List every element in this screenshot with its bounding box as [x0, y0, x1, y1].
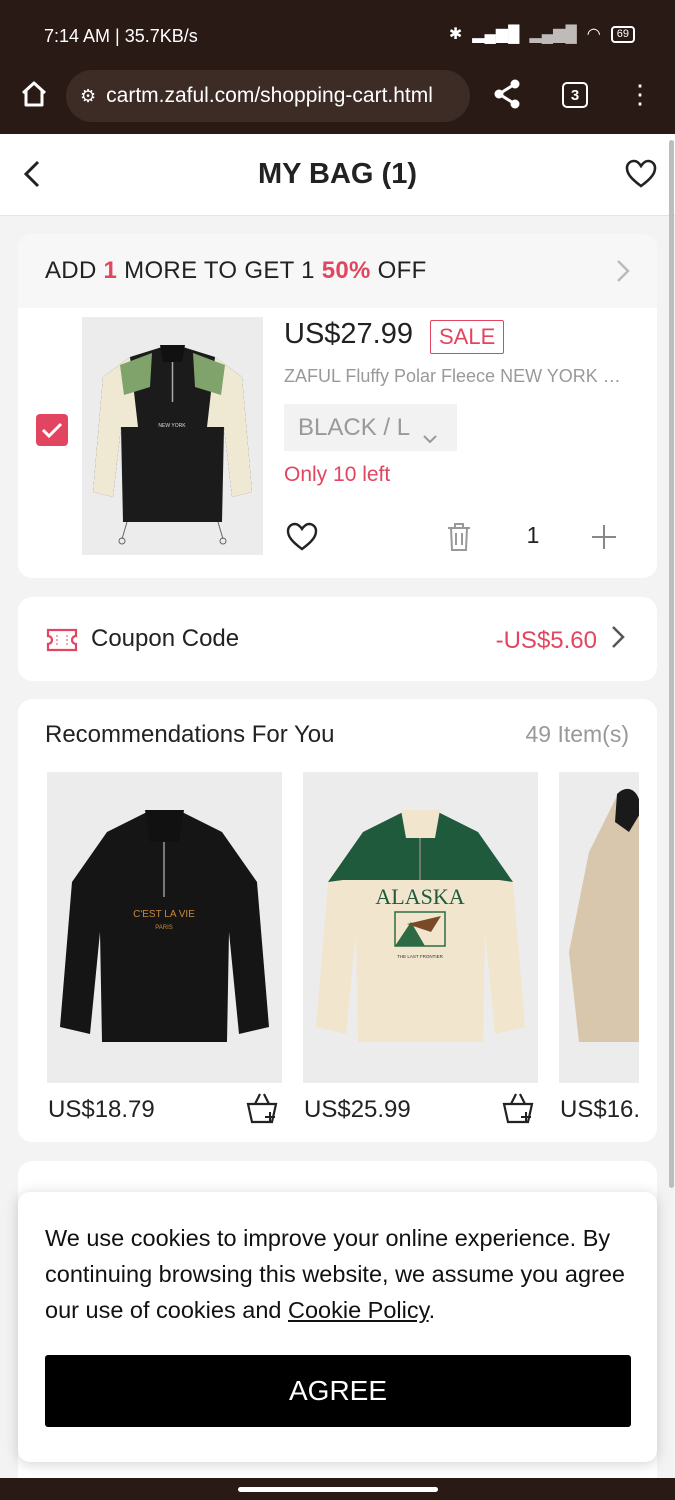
share-icon[interactable] [492, 78, 522, 110]
coupon-row[interactable]: Coupon Code -US$5.60 [18, 597, 657, 681]
delete-icon[interactable] [446, 522, 472, 552]
cookie-text-end: . [428, 1297, 436, 1323]
move-to-wishlist-icon[interactable] [286, 522, 318, 552]
status-icons: ✱ ▂▄▆█ ▂▄▆█ ◠ 69 [449, 24, 635, 44]
recommendation-price: US$16. [560, 1096, 639, 1123]
svg-text:NEW YORK: NEW YORK [158, 423, 186, 429]
item-checkbox[interactable] [36, 414, 68, 446]
coupon-icon [46, 626, 78, 654]
product-image[interactable]: NEW YORK [82, 317, 263, 555]
battery-icon: 69 [610, 25, 635, 43]
status-bar: 7:14 AM | 35.7KB/s ✱ ▂▄▆█ ▂▄▆█ ◠ 69 [0, 0, 675, 68]
chevron-down-icon [422, 423, 438, 443]
signal2-icon: ▂▄▆█ [529, 26, 577, 43]
chevron-right-icon [615, 258, 631, 284]
promo-banner[interactable]: ADD 1 MORE TO GET 1 50% OFF [18, 234, 657, 308]
page-header: MY BAG (1) [0, 134, 675, 216]
home-gesture-handle[interactable] [238, 1487, 438, 1492]
browser-toolbar: ⚙ cartm.zaful.com/shopping-cart.html 3 ⋮ [0, 68, 675, 134]
site-settings-icon[interactable]: ⚙ [80, 86, 96, 107]
coupon-amount: -US$5.60 [495, 627, 597, 654]
recommendations-count: 49 Item(s) [525, 721, 629, 747]
url-text: cartm.zaful.com/shopping-cart.html [106, 84, 433, 107]
home-icon[interactable] [18, 78, 50, 110]
add-to-cart-icon[interactable] [246, 1090, 278, 1124]
recommendation-image[interactable] [559, 772, 639, 1083]
cookie-policy-link[interactable]: Cookie Policy [288, 1297, 429, 1323]
chevron-right-icon [611, 625, 625, 649]
promo-middle: MORE TO GET 1 [117, 257, 322, 284]
coupon-label: Coupon Code [91, 625, 240, 652]
recommendation-price: US$25.99 [304, 1096, 411, 1123]
variant-value: BLACK / L [298, 413, 411, 441]
increase-quantity-icon[interactable] [591, 524, 617, 550]
promo-prefix: ADD [45, 257, 104, 284]
add-to-cart-icon[interactable] [502, 1090, 534, 1124]
status-time: 7:14 AM | 35.7KB/s [44, 26, 198, 46]
wishlist-icon[interactable] [625, 159, 657, 189]
product-name[interactable]: ZAFUL Fluffy Polar Fleece NEW YORK E... [284, 366, 629, 387]
tab-switcher-button[interactable]: 3 [562, 82, 588, 108]
sale-badge: SALE [430, 320, 505, 354]
garment-print-text: C'EST LA VIE [133, 909, 195, 920]
overflow-menu-icon[interactable]: ⋮ [627, 78, 653, 110]
recommendations-title: Recommendations For You [45, 721, 335, 748]
recommendation-item[interactable]: ALASKA THE LAST FRONTIER US$25.99 [303, 772, 538, 1124]
promo-suffix: OFF [370, 257, 427, 284]
page-title: MY BAG (1) [258, 158, 417, 190]
recommendations-section: Recommendations For You 49 Item(s) C'EST… [18, 699, 657, 1142]
system-nav-bar [0, 1478, 675, 1500]
bluetooth-icon: ✱ [448, 26, 463, 43]
promo-count: 1 [103, 257, 118, 284]
wifi-icon: ◠ [586, 26, 601, 43]
promo-discount: 50% [321, 257, 371, 284]
cookie-banner: We use cookies to improve your online ex… [18, 1192, 657, 1462]
recommendation-item[interactable]: US$16. [559, 772, 639, 1142]
address-bar[interactable]: ⚙ cartm.zaful.com/shopping-cart.html [66, 70, 470, 122]
cookie-message: We use cookies to improve your online ex… [45, 1220, 635, 1328]
item-price: US$27.99 [284, 318, 413, 350]
stock-notice: Only 10 left [284, 463, 391, 486]
garment-print-text: ALASKA [375, 884, 464, 909]
scrollbar[interactable] [669, 140, 674, 1188]
recommendation-item[interactable]: C'EST LA VIE PARIS US$18.79 [47, 772, 282, 1124]
recommendation-price: US$18.79 [48, 1096, 155, 1123]
recommendation-image[interactable]: ALASKA THE LAST FRONTIER [303, 772, 538, 1083]
agree-button[interactable]: AGREE [45, 1355, 631, 1427]
garment-print-subtext: PARIS [155, 925, 173, 931]
garment-print-subtext: THE LAST FRONTIER [397, 954, 443, 959]
signal-icon: ▂▄▆█ [472, 26, 520, 43]
variant-selector[interactable]: BLACK / L [284, 404, 457, 451]
quantity-value[interactable]: 1 [520, 522, 546, 549]
recommendation-image[interactable]: C'EST LA VIE PARIS [47, 772, 282, 1083]
cart-item-card: ADD 1 MORE TO GET 1 50% OFF NEW YORK US$… [18, 234, 657, 578]
